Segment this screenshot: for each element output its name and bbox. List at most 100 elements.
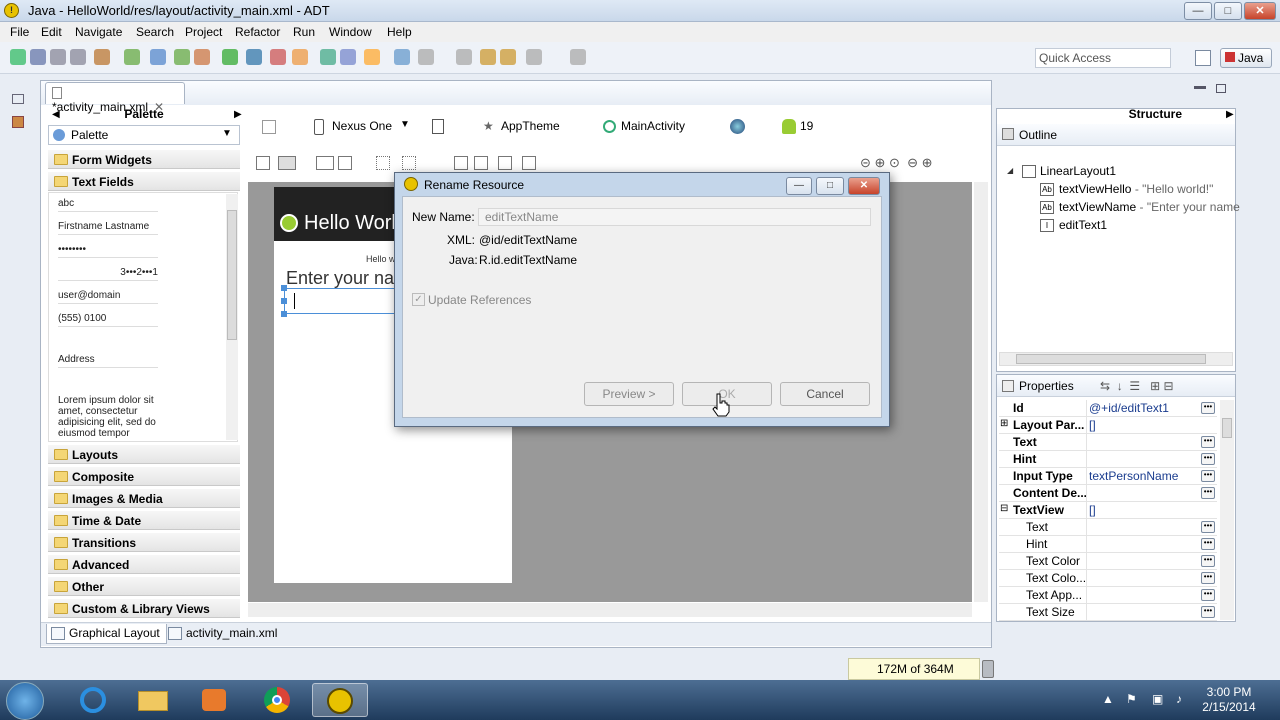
java-perspective-button[interactable]: Java [1220,48,1272,68]
properties-scrollbar[interactable] [1220,400,1234,620]
selection-handle[interactable] [281,285,287,291]
outline-horizontal-scrollbar[interactable] [999,352,1233,366]
coverage-icon[interactable] [222,49,238,65]
outline-node[interactable]: textViewHello - "Hello world!" [1059,182,1213,196]
property-row[interactable]: ⊞ Layout Par... [] [999,417,1217,434]
outline-node[interactable]: textViewName - "Enter your name [1059,200,1240,214]
expand-triangle-icon[interactable]: ◢ [1007,166,1013,175]
ellipsis-button[interactable]: ••• [1201,402,1215,414]
text-field-widget[interactable]: user@domain [58,290,158,304]
palette-category[interactable]: Form Widgets [48,149,240,169]
dialog-maximize-button[interactable]: □ [816,177,844,195]
text-view-hello[interactable]: Hello w [366,254,396,264]
locale-globe-icon[interactable] [730,119,745,134]
terminal-icon[interactable] [124,49,140,65]
text-field-widget[interactable]: (555) 0100 [58,313,158,327]
cancel-button[interactable]: Cancel [780,382,870,406]
text-field-widget[interactable]: Lorem ipsum dolor sit amet, consectetur … [58,395,158,442]
save-icon[interactable] [30,49,46,65]
internet-explorer-icon[interactable] [64,683,120,717]
open-icon[interactable] [340,49,356,65]
close-button[interactable]: ✕ [1244,2,1276,20]
ant-icon[interactable] [194,49,210,65]
ellipsis-button[interactable]: ••• [1201,453,1215,465]
menu-project[interactable]: Project [185,25,222,39]
volume-icon[interactable]: ♪ [1176,692,1182,706]
run-icon[interactable] [246,49,262,65]
ellipsis-button[interactable]: ••• [1201,606,1215,618]
text-field-widget[interactable]: 3•••2•••1 [58,267,158,281]
chevron-down-icon[interactable]: ▼ [222,128,232,139]
run-ext-icon[interactable] [270,49,286,65]
property-row[interactable]: Text ••• [999,519,1217,536]
run-tool-icon[interactable] [150,49,166,65]
property-row[interactable]: Input Type textPersonName ••• [999,468,1217,485]
zoom-controls[interactable]: ⊝ ⊕ ⊙ ⊖ ⊕ [860,155,980,171]
property-row[interactable]: Hint ••• [999,451,1217,468]
text-field-widget[interactable]: Address [58,354,158,368]
search-icon[interactable] [364,49,380,65]
task-icon[interactable] [418,49,434,65]
external-tools-icon[interactable] [292,49,308,65]
canvas-horizontal-scrollbar[interactable] [248,603,972,617]
quick-access-input[interactable]: Quick Access [1035,48,1171,68]
property-row[interactable]: Text App... ••• [999,587,1217,604]
device-dropdown-icon[interactable]: ▼ [400,116,410,138]
dialog-minimize-button[interactable]: — [786,177,812,195]
selection-handle[interactable] [281,311,287,317]
orientation-icon[interactable] [432,119,444,134]
text-field-widget[interactable]: abc [58,198,158,212]
ellipsis-button[interactable]: ••• [1201,521,1215,533]
minimize-view-icon[interactable] [1194,86,1206,89]
ellipsis-button[interactable]: ••• [1201,538,1215,550]
text-field-widget[interactable]: Firstname Lastname [58,221,158,235]
property-row[interactable]: ⊟ TextView [] [999,502,1217,519]
menu-navigate[interactable]: Navigate [75,25,122,39]
menu-refactor[interactable]: Refactor [235,25,280,39]
edit-text-selected[interactable] [284,288,396,314]
preview-button[interactable]: Preview > [584,382,674,406]
palette-mode-select[interactable]: Palette [48,125,240,145]
property-row[interactable]: Text Colo... ••• [999,570,1217,587]
menu-window[interactable]: Window [329,25,372,39]
ellipsis-button[interactable]: ••• [1201,470,1215,482]
new-name-input[interactable]: editTextName [478,208,871,226]
maximize-button[interactable]: □ [1214,2,1242,20]
palette-category[interactable]: Text Fields [48,171,240,191]
palette-category[interactable]: Images & Media [48,488,240,508]
breakpoint-icon[interactable] [394,49,410,65]
back-icon[interactable] [480,49,496,65]
ellipsis-button[interactable]: ••• [1201,572,1215,584]
clock[interactable]: 3:00 PM 2/15/2014 [1196,685,1262,715]
package-explorer-icon[interactable] [12,116,24,128]
text-field-widget[interactable]: •••••••• [58,244,158,258]
layout-actions-toolbar[interactable] [256,156,556,172]
menu-edit[interactable]: Edit [41,25,62,39]
api-level-select[interactable]: 19 [800,116,813,138]
palette-category[interactable]: Custom & Library Views [48,598,240,618]
file-explorer-icon[interactable] [126,683,182,717]
restore-icon[interactable] [12,94,24,104]
canvas-vertical-scrollbar[interactable] [974,182,988,602]
selection-handle[interactable] [281,298,287,304]
menu-help[interactable]: Help [387,25,412,39]
structure-arrow-icon[interactable]: ▶ [1226,109,1234,120]
print-icon[interactable] [70,49,86,65]
new-java-icon[interactable] [320,49,336,65]
expander-icon[interactable]: ⊞ [1000,418,1008,429]
editor-tab-activity-main[interactable]: *activity_main.xml ✕ [45,82,185,114]
ellipsis-button[interactable]: ••• [1201,555,1215,567]
palette-category[interactable]: Advanced [48,554,240,574]
ellipsis-button[interactable]: ••• [1201,487,1215,499]
tab-xml-source[interactable]: activity_main.xml [164,624,283,644]
palette-category[interactable]: Composite [48,466,240,486]
forward-icon[interactable] [500,49,516,65]
menu-search[interactable]: Search [136,25,174,39]
dialog-close-button[interactable]: ✕ [848,177,880,195]
property-row[interactable]: Text ••• [999,434,1217,451]
last-icon[interactable] [570,49,586,65]
palette-right-arrow-icon[interactable]: ▶ [234,109,242,120]
property-row[interactable]: Text Size ••• [999,604,1217,621]
outline-node[interactable]: editText1 [1059,218,1107,232]
activity-select[interactable]: MainActivity [621,116,685,138]
